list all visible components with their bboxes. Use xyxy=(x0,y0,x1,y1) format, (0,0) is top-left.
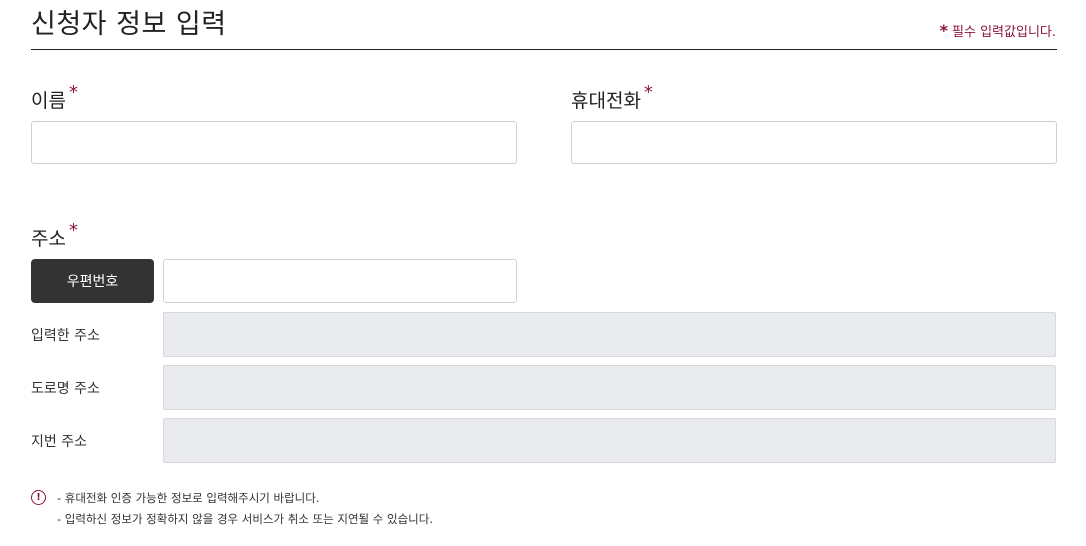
phone-input[interactable] xyxy=(571,121,1057,164)
name-label-text: 이름 xyxy=(31,90,66,112)
road-address-label: 도로명 주소 xyxy=(31,381,100,397)
entered-address-field xyxy=(163,312,1056,357)
name-label: 이름 * xyxy=(31,82,78,113)
address-label-text: 주소 xyxy=(31,228,66,250)
lot-address-field xyxy=(163,418,1056,463)
notice-line-2: - 입력하신 정보가 정확하지 않을 경우 서비스가 취소 또는 지연될 수 있… xyxy=(57,512,433,526)
required-note: * 필수 입력값입니다. xyxy=(940,21,1056,40)
required-star: * xyxy=(939,21,949,40)
zipcode-input[interactable] xyxy=(163,259,517,303)
address-label: 주소 * xyxy=(31,220,78,251)
name-input[interactable] xyxy=(31,121,517,164)
exclamation-icon: ! xyxy=(31,490,46,505)
entered-address-label: 입력한 주소 xyxy=(31,328,100,344)
notice-line-1: - 휴대전화 인증 가능한 정보로 입력해주시기 바랍니다. xyxy=(57,491,320,505)
phone-required-mark: * xyxy=(643,82,653,103)
address-required-mark: * xyxy=(68,220,78,241)
phone-label: 휴대전화 * xyxy=(571,82,653,113)
title-divider xyxy=(31,49,1057,50)
phone-label-text: 휴대전화 xyxy=(571,90,641,112)
road-address-field xyxy=(163,365,1056,410)
required-note-text: 필수 입력값입니다. xyxy=(952,25,1056,40)
name-required-mark: * xyxy=(68,82,78,103)
zipcode-button[interactable]: 우편번호 xyxy=(31,259,154,303)
lot-address-label: 지번 주소 xyxy=(31,434,87,450)
page-title: 신청자 정보 입력 xyxy=(31,9,227,40)
